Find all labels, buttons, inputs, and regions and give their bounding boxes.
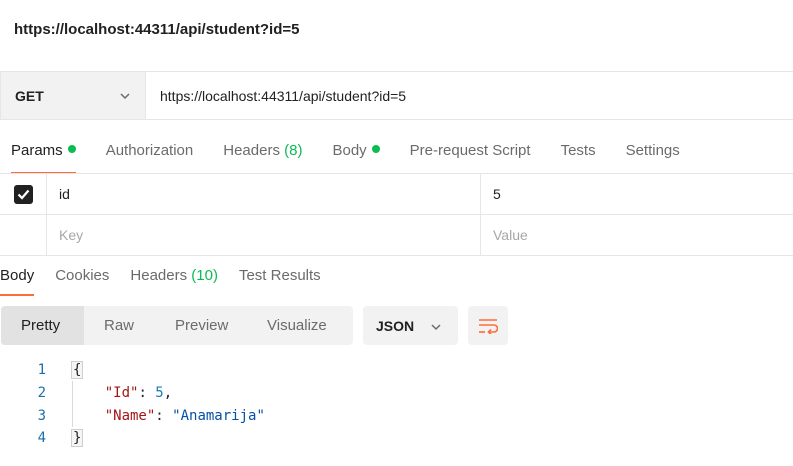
code-line: 3 "Name": "Anamarija" [0,404,793,427]
tab-headers-label: Headers [223,142,280,159]
param-value-placeholder[interactable]: Value [481,215,793,255]
line-number: 4 [37,430,46,447]
method-label: GET [15,87,44,104]
tab-body-label: Body [332,142,367,159]
params-table: id 5 Key Value [0,173,793,256]
tab-settings[interactable]: Settings [626,140,680,174]
table-row: Key Value [0,215,793,256]
param-checkbox-cell [0,174,47,214]
format-select[interactable]: JSON [363,306,458,345]
tab-params-label: Params [11,142,63,159]
param-checkbox-cell [0,215,47,255]
line-number: 1 [37,362,46,379]
tab-test-results[interactable]: Test Results [239,265,321,296]
line-number: 3 [37,407,46,424]
param-checkbox[interactable] [13,184,33,204]
json-key-name: "Name" [104,407,156,424]
request-url-bar: GET https://localhost:44311/api/student?… [0,71,793,120]
response-tabs: Body Cookies Headers (10) Test Results [0,265,342,296]
close-brace: } [71,429,84,448]
view-mode-group: Pretty Raw Preview Visualize [1,306,353,345]
url-input[interactable]: https://localhost:44311/api/student?id=5 [146,72,793,119]
page-title: https://localhost:44311/api/student?id=5 [14,21,300,38]
code-line: 2 "Id": 5, [0,382,793,405]
chevron-down-icon [431,324,441,331]
chevron-down-icon [120,93,130,100]
status-dot [67,145,76,153]
method-select[interactable]: GET [1,72,146,119]
json-value-id: 5 [155,385,164,402]
pretty-button[interactable]: Pretty [1,306,84,345]
status-dot [371,145,380,153]
wrap-lines-icon [479,318,498,334]
preview-button[interactable]: Preview [155,306,251,345]
tab-authorization[interactable]: Authorization [106,140,194,174]
tab-response-body[interactable]: Body [0,265,35,296]
tab-body[interactable]: Body [332,140,380,174]
param-value-input[interactable]: 5 [481,174,793,214]
headers-count: (8) [284,142,303,159]
tab-headers[interactable]: Headers (8) [223,140,302,174]
request-tabs: Params Authorization Headers (8) Body Pr… [0,140,710,174]
code-line: 4 } [0,427,793,450]
code-line: 1 { [0,359,793,382]
json-value-name: "Anamarija" [172,407,265,424]
visualize-button[interactable]: Visualize [251,306,353,345]
table-row: id 5 [0,174,793,215]
tab-params[interactable]: Params [11,140,76,174]
tab-cookies[interactable]: Cookies [55,265,109,296]
open-brace: { [71,361,84,380]
raw-button[interactable]: Raw [84,306,155,345]
tab-tests[interactable]: Tests [561,140,596,174]
check-icon [17,189,29,200]
tab-response-headers[interactable]: Headers (10) [130,265,218,296]
format-label: JSON [376,317,415,334]
response-body-code: 1 { 2 "Id": 5, 3 "Name": "Anamarija" 4 } [0,359,793,450]
param-key-input[interactable]: id [47,174,481,214]
line-number: 2 [37,385,46,402]
tab-pre-request-script[interactable]: Pre-request Script [410,140,531,174]
param-key-placeholder[interactable]: Key [47,215,481,255]
tab-response-headers-label: Headers [130,267,188,284]
json-key-id: "Id" [104,385,139,402]
response-headers-count: (10) [191,267,218,284]
wrap-lines-button[interactable] [468,306,508,345]
